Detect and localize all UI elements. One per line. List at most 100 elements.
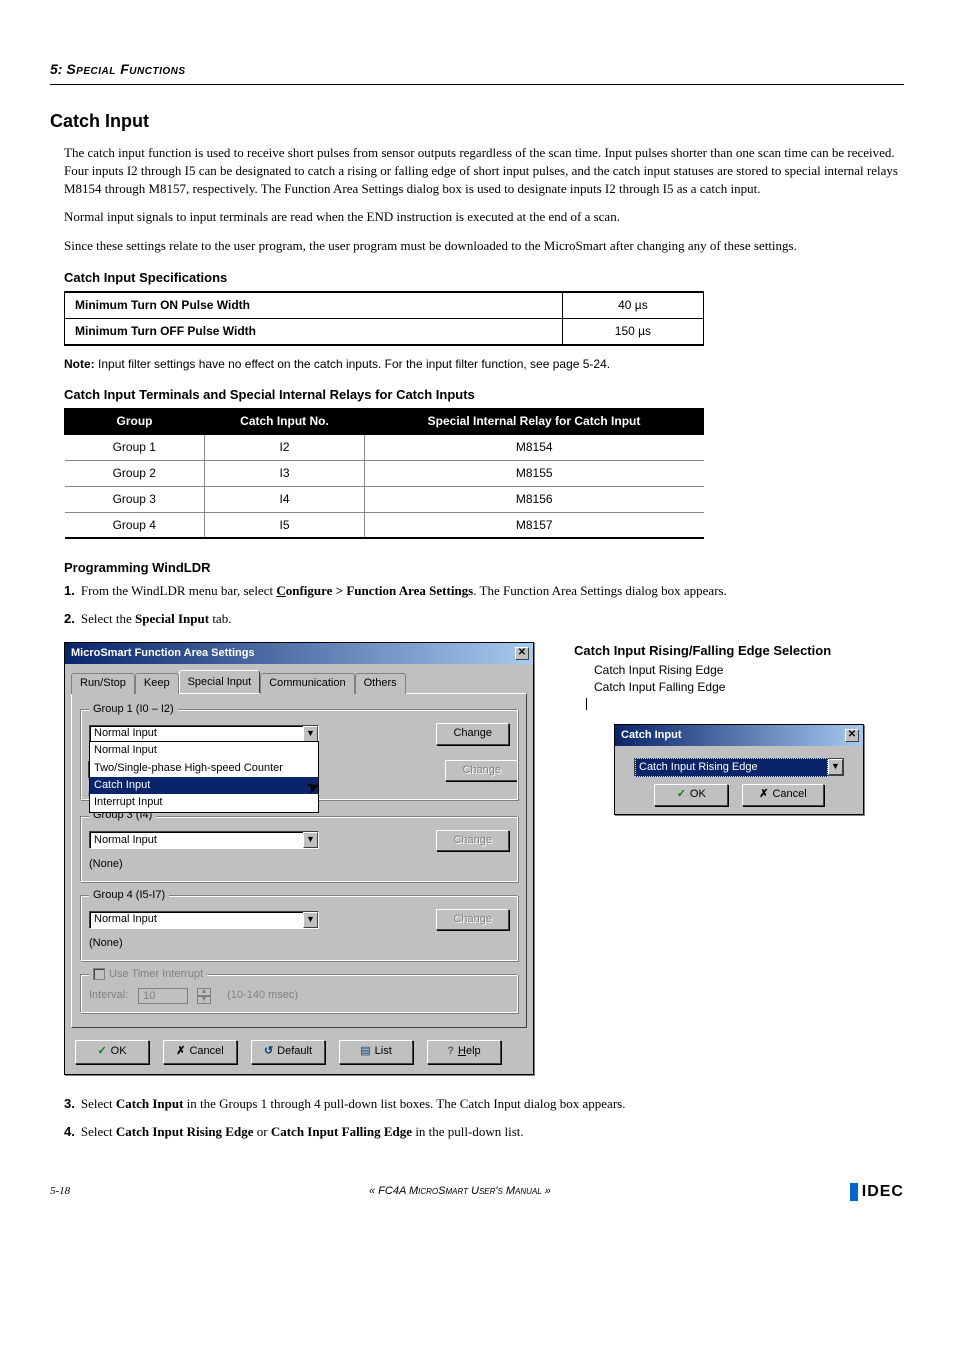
menu-item: Function Area Settings (346, 583, 473, 598)
interval-label: Interval: (89, 988, 128, 1003)
close-icon[interactable]: ✕ (845, 729, 859, 742)
timer-label: Use Timer Interrupt (109, 968, 203, 980)
intro-para-1: The catch input function is used to rece… (64, 144, 904, 199)
edge-option-falling: Catch Input Falling Edge (594, 679, 904, 696)
tab-communication[interactable]: Communication (260, 673, 354, 693)
cross-icon (759, 787, 768, 802)
ok-button[interactable]: OK (654, 784, 728, 805)
check-icon (97, 1044, 106, 1059)
button-label: Cancel (189, 1044, 223, 1059)
tab-special-input[interactable]: Special Input (179, 670, 261, 692)
dropdown-option-selected[interactable]: Catch Input (90, 777, 318, 794)
step-text: From the WindLDR menu bar, select (81, 583, 276, 598)
interval-stepper[interactable]: ▲▼ (197, 988, 211, 1004)
tab-strip: Run/Stop Keep Special Input Communicatio… (65, 664, 533, 692)
page-number: 5-18 (50, 1184, 70, 1199)
function-area-settings-dialog: MicroSmart Function Area Settings ✕ Run/… (64, 642, 534, 1074)
group-1-combo[interactable]: Normal Input ▼ (89, 725, 319, 743)
help-button[interactable]: Help (427, 1040, 501, 1063)
combo-value: Normal Input (94, 833, 157, 848)
cell: Group 4 (65, 512, 205, 538)
dialog-title: MicroSmart Function Area Settings (71, 646, 255, 661)
button-label: List (375, 1044, 392, 1059)
table-row: Group 4 I5 M8157 (65, 512, 704, 538)
dropdown-option[interactable]: Interrupt Input (90, 794, 318, 811)
terminals-heading: Catch Input Terminals and Special Intern… (64, 386, 904, 404)
group-3-combo[interactable]: Normal Input ▼ (89, 831, 319, 849)
intro-para-3: Since these settings relate to the user … (64, 237, 904, 255)
step-number: 1. (64, 583, 75, 598)
group-4-legend: Group 4 (I5-I7) (89, 888, 169, 903)
bold-term: Catch Input Falling Edge (271, 1124, 412, 1139)
edge-option-rising: Catch Input Rising Edge (594, 662, 904, 679)
table-header-row: Group Catch Input No. Special Internal R… (65, 409, 704, 435)
group-1-dropdown[interactable]: Normal Input Two/Single-phase High-speed… (89, 741, 319, 813)
combo-value: Normal Input (94, 912, 157, 927)
brand-logo: IDEC (850, 1181, 904, 1203)
group-4-change-button[interactable]: Change (436, 909, 509, 930)
ok-button[interactable]: OK (75, 1040, 149, 1063)
step-1: 1. From the WindLDR menu bar, select Conf… (64, 582, 904, 600)
dropdown-option[interactable]: Two/Single-phase High-speed Counter (90, 760, 318, 777)
menu-accelerator: C (276, 583, 285, 598)
chevron-down-icon[interactable]: ▼ (303, 912, 318, 928)
table-row: Group 1 I2 M8154 (65, 435, 704, 461)
menu-label: onfigure (286, 583, 333, 598)
edge-selection-panel: Catch Input Rising/Falling Edge Selectio… (574, 642, 904, 815)
dialog-button-row: OK Cancel Default List Help (65, 1034, 533, 1073)
chevron-down-icon[interactable]: ▼ (828, 759, 843, 775)
step-number: 3. (64, 1096, 75, 1111)
cell: M8155 (365, 461, 704, 487)
interval-input[interactable] (138, 988, 188, 1004)
manual-title: « FC4A MicroSmart User's Manual » (369, 1184, 551, 1199)
group-4: Group 4 (I5-I7) Normal Input ▼ Change (N… (80, 888, 518, 961)
spinner-up-icon[interactable]: ▲ (197, 988, 211, 996)
group-4-none: (None) (89, 936, 509, 951)
step-text: Select the (81, 611, 135, 626)
group-1-legend: Group 1 (I0 – I2) (89, 702, 178, 717)
group-4-combo[interactable]: Normal Input ▼ (89, 911, 319, 929)
timer-checkbox[interactable] (93, 968, 105, 980)
check-icon (677, 787, 686, 802)
edge-combo[interactable]: Catch Input Rising Edge ▼ (634, 758, 844, 776)
section-title: Catch Input (50, 109, 904, 134)
chevron-down-icon[interactable]: ▼ (303, 832, 318, 848)
table-row: Group 2 I3 M8155 (65, 461, 704, 487)
cell: M8154 (365, 435, 704, 461)
button-label: Cancel (772, 787, 806, 802)
table-row: Group 3 I4 M8156 (65, 486, 704, 512)
menu-sep: > (332, 583, 346, 598)
cross-icon (176, 1044, 185, 1059)
spec-label: Minimum Turn OFF Pulse Width (65, 318, 563, 344)
group-3-change-button[interactable]: Change (436, 830, 509, 851)
default-button[interactable]: Default (251, 1040, 325, 1063)
titlebar[interactable]: MicroSmart Function Area Settings ✕ (65, 643, 533, 664)
group-1-change-button[interactable]: Change (436, 723, 509, 744)
spinner-down-icon[interactable]: ▼ (197, 996, 211, 1004)
cancel-button[interactable]: Cancel (163, 1040, 237, 1063)
timer-interrupt-group: Use Timer Interrupt Interval: ▲▼ (10-140… (80, 967, 518, 1013)
dropdown-option[interactable]: Normal Input (90, 742, 318, 759)
chapter-number: 5: (50, 61, 62, 77)
tab-runstop[interactable]: Run/Stop (71, 673, 135, 693)
dialog-title: Catch Input (621, 728, 682, 743)
tab-keep[interactable]: Keep (135, 673, 179, 693)
close-icon[interactable]: ✕ (515, 647, 529, 660)
step-text: . The Function Area Settings dialog box … (473, 583, 727, 598)
titlebar[interactable]: Catch Input ✕ (615, 725, 863, 746)
combo-value: Catch Input Rising Edge (635, 758, 828, 777)
col-relay: Special Internal Relay for Catch Input (365, 409, 704, 435)
step-text: Select (81, 1124, 116, 1139)
group-3-none: (None) (89, 857, 509, 872)
step-number: 4. (64, 1124, 75, 1139)
tab-others[interactable]: Others (355, 673, 406, 693)
cancel-button[interactable]: Cancel (742, 784, 823, 805)
note-label: Note: (64, 357, 95, 371)
combo-value: Normal Input (94, 726, 157, 741)
cell: I5 (205, 512, 365, 538)
list-button[interactable]: List (339, 1040, 413, 1063)
specs-heading: Catch Input Specifications (64, 269, 904, 287)
chapter-heading: 5: Special Functions (50, 60, 904, 85)
page-footer: 5-18 « FC4A MicroSmart User's Manual » I… (50, 1181, 904, 1203)
chevron-down-icon[interactable]: ▼ (303, 726, 318, 742)
